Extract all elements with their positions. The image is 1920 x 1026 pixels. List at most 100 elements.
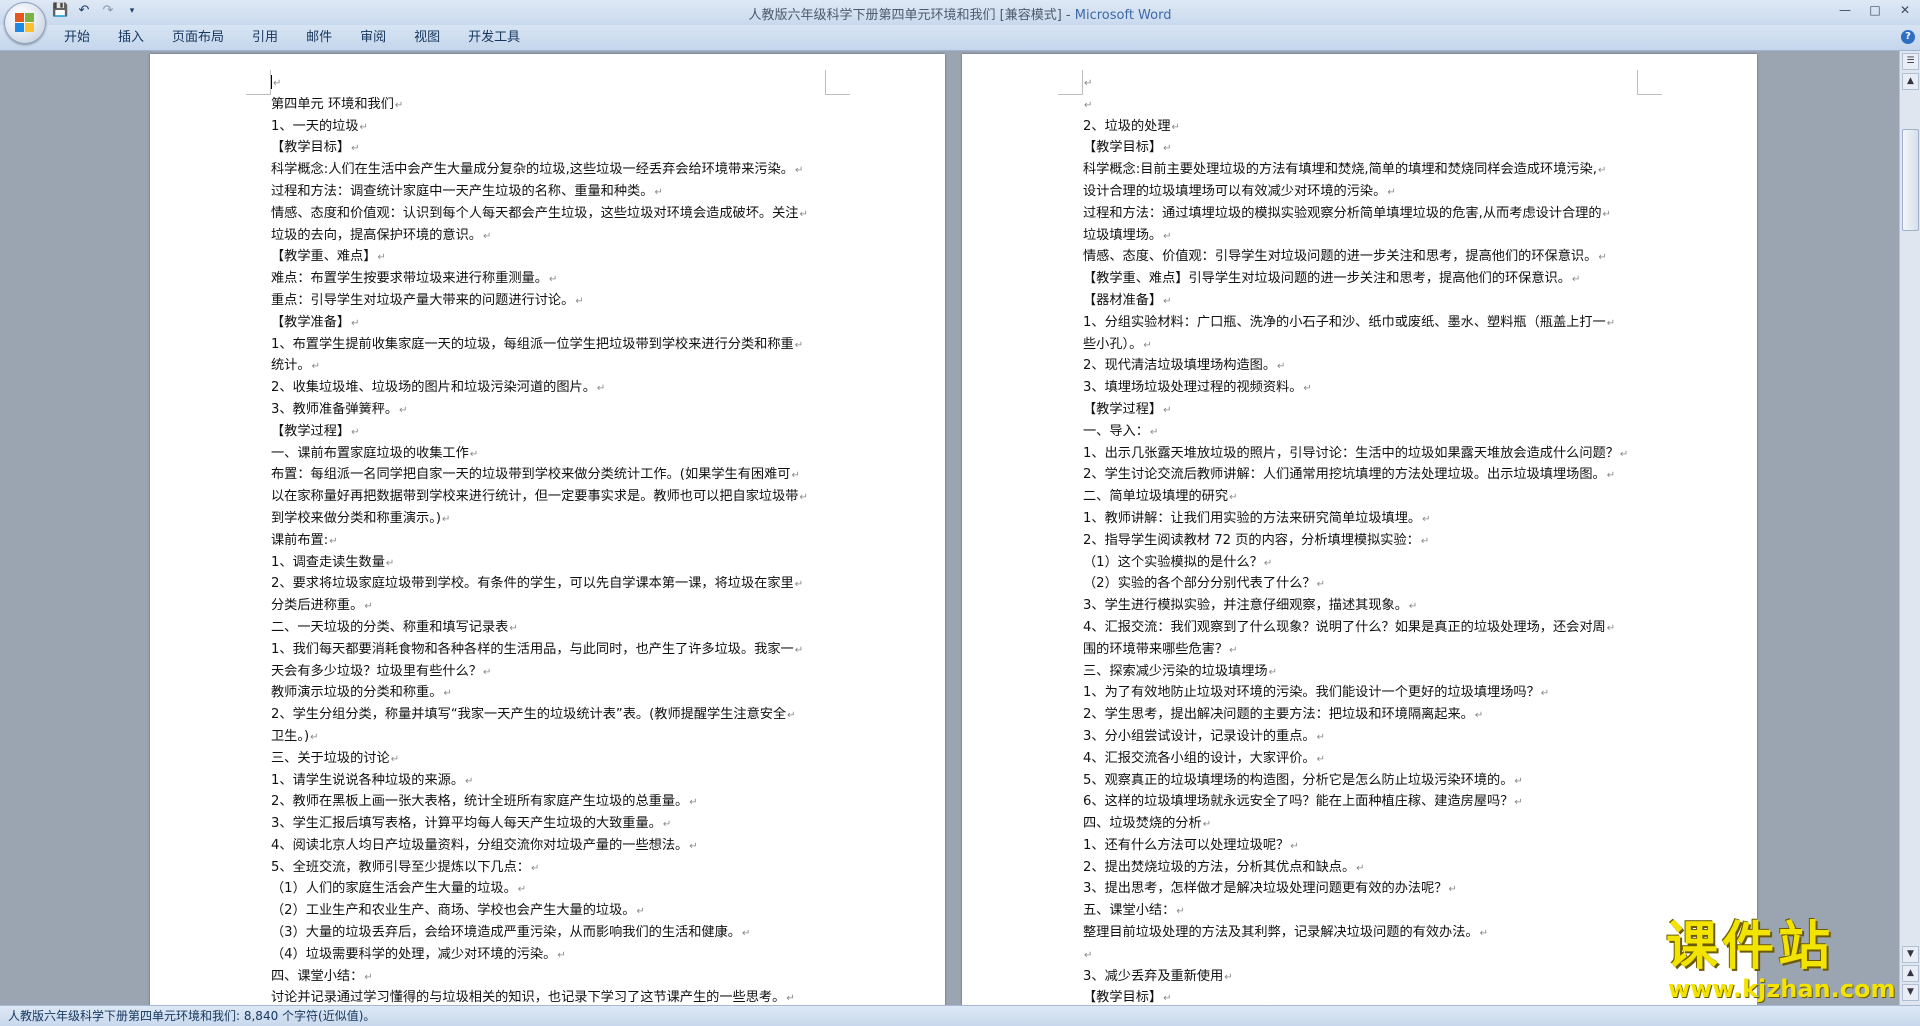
paragraph-line: 二、一天垃圾的分类、称重和填写记录表 [271, 618, 841, 640]
office-logo-icon [15, 13, 35, 33]
paragraph-line: 科学概念:人们在生活中会产生大量成分复杂的垃圾,这些垃圾一经丢弃会给环境带来污染… [271, 160, 841, 182]
tab-developer[interactable]: 开发工具 [454, 29, 534, 47]
maximize-icon[interactable]: □ [1860, 0, 1890, 20]
paragraph-line: 2、学生分组分类，称量并填写“我家一天产生的垃圾统计表”表。(教师提醒学生注意安… [271, 705, 841, 727]
paragraph-line: （1）人们的家庭生活会产生大量的垃圾。 [271, 879, 841, 901]
vertical-scrollbar[interactable]: ☰ ▲ ▼ ▲ ▼ [1899, 51, 1920, 1005]
office-button[interactable] [4, 2, 46, 44]
paragraph-line: 四、垃圾焚烧的分析 [1083, 814, 1653, 836]
tab-view[interactable]: 视图 [400, 29, 454, 47]
paragraph-line: 2、学生思考，提出解决问题的主要方法：把垃圾和环境隔离起来。 [1083, 705, 1653, 727]
paragraph-line: 【教学过程】 [271, 422, 841, 444]
paragraph-line: 设计合理的垃圾填埋场可以有效减少对环境的污染。 [1083, 182, 1653, 204]
minimize-icon[interactable]: — [1830, 0, 1860, 20]
paragraph-line: 【教学过程】 [1083, 400, 1653, 422]
paragraph-line: 一、导入： [1083, 422, 1653, 444]
paragraph-line: 难点：布置学生按要求带垃圾来进行称重测量。 [271, 269, 841, 291]
window-title: 人教版六年级科学下册第四单元环境和我们 [兼容模式] - Microsoft W… [0, 4, 1920, 23]
paragraph-line: 5、观察真正的垃圾填埋场的构造图，分析它是怎么防止垃圾污染环境的。 [1083, 771, 1653, 793]
paragraph-line: 1、出示几张露天堆放垃圾的照片，引导讨论：生活中的垃圾如果露天堆放会造成什么问题… [1083, 444, 1653, 466]
paragraph-line: 1、我们每天都要消耗食物和各种各样的生活用品，与此同时，也产生了许多垃圾。我家一 [271, 640, 841, 662]
paragraph-line: 情感、态度、价值观：引导学生对垃圾问题的进一步关注和思考，提高他们的环保意识。 [1083, 247, 1653, 269]
paragraph-line: 3、填埋场垃圾处理过程的视频资料。 [1083, 378, 1653, 400]
paragraph-line: 统计。 [271, 356, 841, 378]
paragraph-line: 教师演示垃圾的分类和称重。 [271, 683, 841, 705]
paragraph-line: 2、现代清洁垃圾填埋场构造图。 [1083, 356, 1653, 378]
paragraph-line: 垃圾填埋场。 [1083, 226, 1653, 248]
tab-references[interactable]: 引用 [238, 29, 292, 47]
paragraph-line: 以在家称量好再把数据带到学校来进行统计，但一定要事实求是。教师也可以把自家垃圾带 [271, 487, 841, 509]
paragraph-line: 围的环境带来哪些危害？ [1083, 640, 1653, 662]
ribbon-tabs: 开始 插入 页面布局 引用 邮件 审阅 视图 开发工具 [50, 29, 534, 47]
title-separator: - [1061, 8, 1075, 23]
document-area: 第四单元 环境和我们1、一天的垃圾【教学目标】科学概念:人们在生活中会产生大量成… [0, 51, 1900, 1005]
paragraph-line: 【教学重、难点】引导学生对垃圾问题的进一步关注和思考，提高他们的环保意识。 [1083, 269, 1653, 291]
paragraph-line [1083, 73, 1653, 95]
paragraph-line: 整理目前垃圾处理的方法及其利弊，记录解决垃圾问题的有效办法。 [1083, 923, 1653, 945]
paragraph-line: （2）实验的各个部分分别代表了什么？ [1083, 574, 1653, 596]
paragraph-line: 些小孔）。 [1083, 335, 1653, 357]
paragraph-line: 1、分组实验材料：广口瓶、洗净的小石子和沙、纸巾或废纸、墨水、塑料瓶（瓶盖上打一 [1083, 313, 1653, 335]
paragraph-line: 科学概念:目前主要处理垃圾的方法有填埋和焚烧,简单的填埋和焚烧同样会造成环境污染… [1083, 160, 1653, 182]
paragraph-line: 天会有多少垃圾？垃圾里有些什么？ [271, 662, 841, 684]
paragraph-line [1083, 95, 1653, 117]
tab-insert[interactable]: 插入 [104, 29, 158, 47]
window-controls: — □ ✕ [1830, 0, 1920, 20]
paragraph-line: 到学校来做分类和称重演示。) [271, 509, 841, 531]
document-page-left: 第四单元 环境和我们1、一天的垃圾【教学目标】科学概念:人们在生活中会产生大量成… [150, 54, 945, 1005]
tab-page-layout[interactable]: 页面布局 [158, 29, 238, 47]
paragraph-line: （1）这个实验模拟的是什么？ [1083, 553, 1653, 575]
page-left-text[interactable]: 第四单元 环境和我们1、一天的垃圾【教学目标】科学概念:人们在生活中会产生大量成… [271, 73, 841, 1005]
paragraph-line: 5、全班交流，教师引导至少提炼以下几点： [271, 858, 841, 880]
paragraph-line: 四、课堂小结： [271, 967, 841, 989]
paragraph-line: 卫生。) [271, 727, 841, 749]
paragraph-line: 3、教师准备弹簧秤。 [271, 400, 841, 422]
margin-corner-mark [1058, 70, 1083, 95]
close-icon[interactable]: ✕ [1890, 0, 1920, 20]
scrollbar-thumb[interactable] [1902, 129, 1919, 231]
paragraph-line: 1、为了有效地防止垃圾对环境的污染。我们能设计一个更好的垃圾填埋场吗？ [1083, 683, 1653, 705]
tab-mailings[interactable]: 邮件 [292, 29, 346, 47]
paragraph-line: 4、阅读北京人均日产垃圾量资料，分组交流你对垃圾产量的一些想法。 [271, 836, 841, 858]
paragraph-line: 2、学生讨论交流后教师讲解：人们通常用挖坑填埋的方法处理垃圾。出示垃圾填埋场图。 [1083, 465, 1653, 487]
title-bar: 💾 ↶ ↷ ▾ 人教版六年级科学下册第四单元环境和我们 [兼容模式] - Mic… [0, 0, 1920, 44]
page-right-text[interactable]: 2、垃圾的处理【教学目标】科学概念:目前主要处理垃圾的方法有填埋和焚烧,简单的填… [1083, 73, 1653, 1005]
paragraph-line: 2、提出焚烧垃圾的方法，分析其优点和缺点。 [1083, 858, 1653, 880]
paragraph-line: 2、垃圾的处理 [1083, 117, 1653, 139]
paragraph-line: 3、学生汇报后填写表格，计算平均每人每天产生垃圾的大致重量。 [271, 814, 841, 836]
paragraph-line: 【器材准备】 [1083, 291, 1653, 313]
paragraph-line: 2、收集垃圾堆、垃圾场的图片和垃圾污染河道的图片。 [271, 378, 841, 400]
text-cursor [271, 75, 272, 89]
app-name: Microsoft Word [1074, 8, 1172, 23]
paragraph-line: 布置：每组派一名同学把自家一天的垃圾带到学校来做分类统计工作。(如果学生有困难可 [271, 465, 841, 487]
paragraph-line: 4、汇报交流各小组的设计，大家评价。 [1083, 749, 1653, 771]
paragraph-line: 【教学重、难点】 [271, 247, 841, 269]
paragraph-line: 3、分小组尝试设计，记录设计的重点。 [1083, 727, 1653, 749]
paragraph-line: （2）工业生产和农业生产、商场、学校也会产生大量的垃圾。 [271, 901, 841, 923]
scroll-up-icon[interactable]: ▲ [1902, 73, 1919, 90]
paragraph-line: 情感、态度和价值观：认识到每个人每天都会产生垃圾，这些垃圾对环境会造成破坏。关注 [271, 204, 841, 226]
tab-review[interactable]: 审阅 [346, 29, 400, 47]
tab-home[interactable]: 开始 [50, 29, 104, 47]
paragraph-line: 【教学目标】 [271, 138, 841, 160]
watermark-url: www.kjzhan.com [1668, 975, 1896, 1003]
paragraph-line: 过程和方法：调查统计家庭中一天产生垃圾的名称、重量和种类。 [271, 182, 841, 204]
paragraph-line: 1、布置学生提前收集家庭一天的垃圾，每组派一位学生把垃圾带到学校来进行分类和称重 [271, 335, 841, 357]
paragraph-line: 1、一天的垃圾 [271, 117, 841, 139]
ruler-toggle-icon[interactable]: ☰ [1902, 53, 1919, 70]
document-page-right: 2、垃圾的处理【教学目标】科学概念:目前主要处理垃圾的方法有填埋和焚烧,简单的填… [962, 54, 1757, 1005]
paragraph-line: 1、请学生说说各种垃圾的来源。 [271, 771, 841, 793]
paragraph-line: 三、关于垃圾的讨论 [271, 749, 841, 771]
ribbon: 开始 插入 页面布局 引用 邮件 审阅 视图 开发工具 ? [0, 25, 1920, 51]
help-icon[interactable]: ? [1901, 30, 1915, 44]
paragraph-line: 五、课堂小结： [1083, 901, 1653, 923]
paragraph-line: 3、学生进行模拟实验，并注意仔细观察，描述其现象。 [1083, 596, 1653, 618]
watermark-title: 课件站 [1666, 917, 1835, 977]
paragraph-line: 3、提出思考，怎样做才是解决垃圾处理问题更有效的办法呢？ [1083, 879, 1653, 901]
paragraph-line: 4、汇报交流：我们观察到了什么现象？说明了什么？如果是真正的垃圾处理场，还会对周 [1083, 618, 1653, 640]
paragraph-line: 6、这样的垃圾填埋场就永远安全了吗？能在上面种植庄稼、建造房屋吗？ [1083, 792, 1653, 814]
document-title: 人教版六年级科学下册第四单元环境和我们 [兼容模式] [748, 8, 1062, 23]
watermark-logo: 课件站 www.kjzhan.com [1666, 918, 1906, 1004]
paragraph-line: 【教学目标】 [1083, 138, 1653, 160]
paragraph-line: 重点：引导学生对垃圾产量大带来的问题进行讨论。 [271, 291, 841, 313]
